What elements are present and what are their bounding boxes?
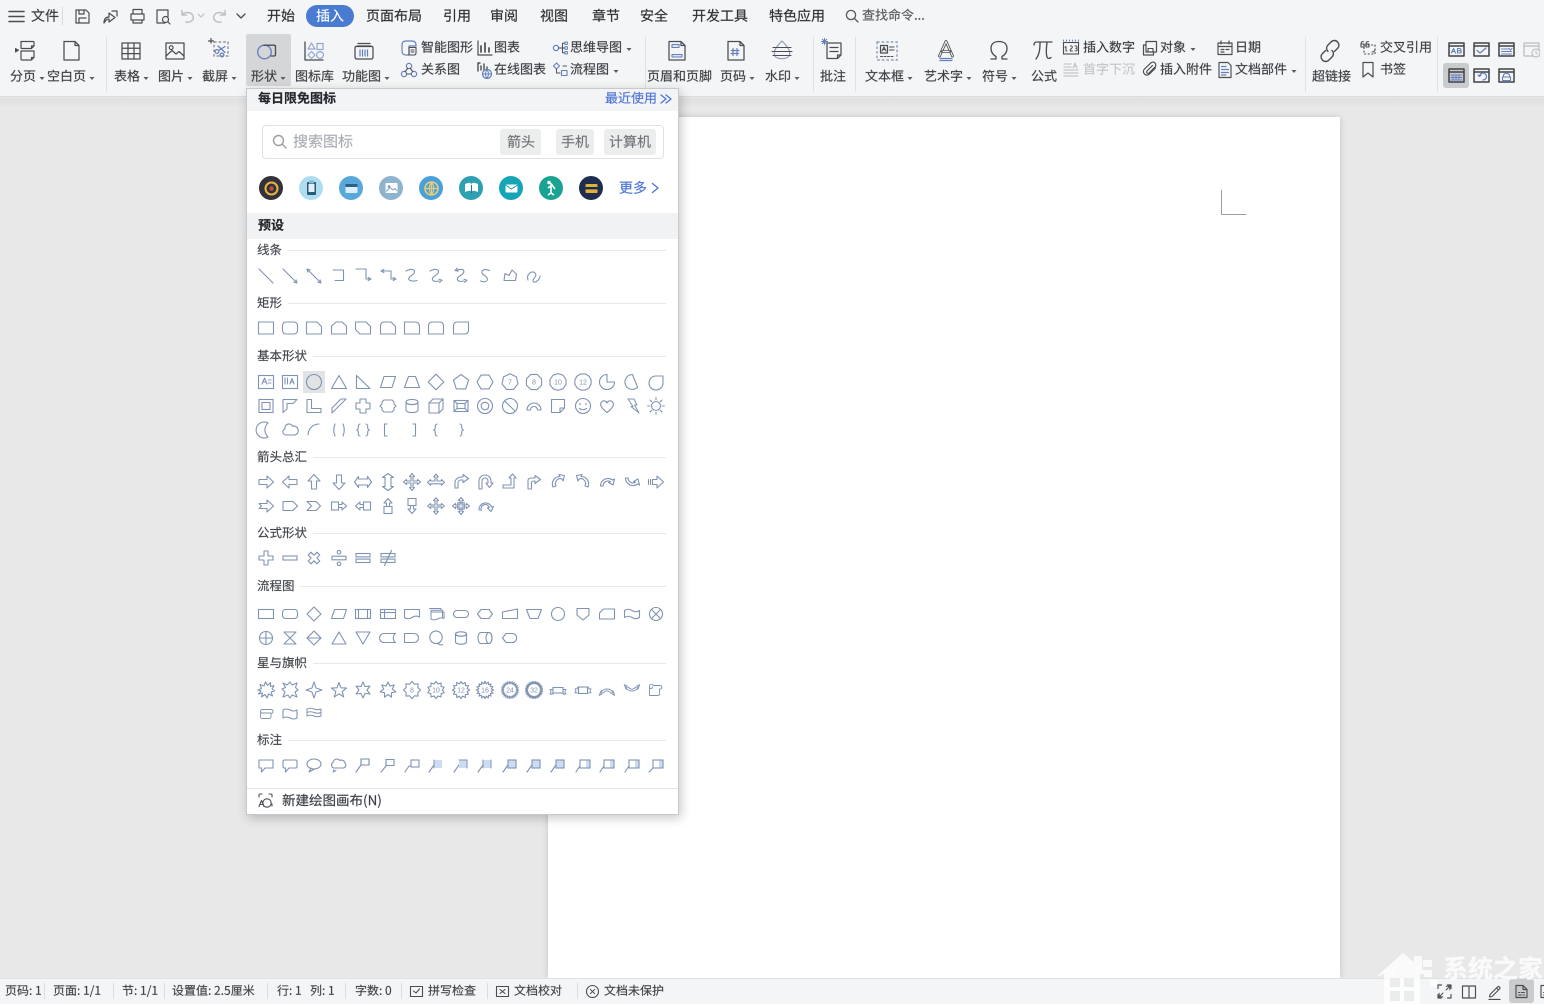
svg-text:12: 12 [579, 379, 587, 386]
svg-text:10: 10 [432, 687, 440, 694]
svg-text:8: 8 [410, 687, 414, 694]
svg-text:7: 7 [508, 379, 512, 386]
svg-text:16: 16 [481, 687, 489, 694]
svg-text:12: 12 [457, 687, 465, 694]
svg-text:24: 24 [506, 687, 514, 694]
svg-text:32: 32 [530, 687, 538, 694]
svg-text:10: 10 [554, 379, 562, 386]
svg-text:8: 8 [532, 379, 536, 386]
